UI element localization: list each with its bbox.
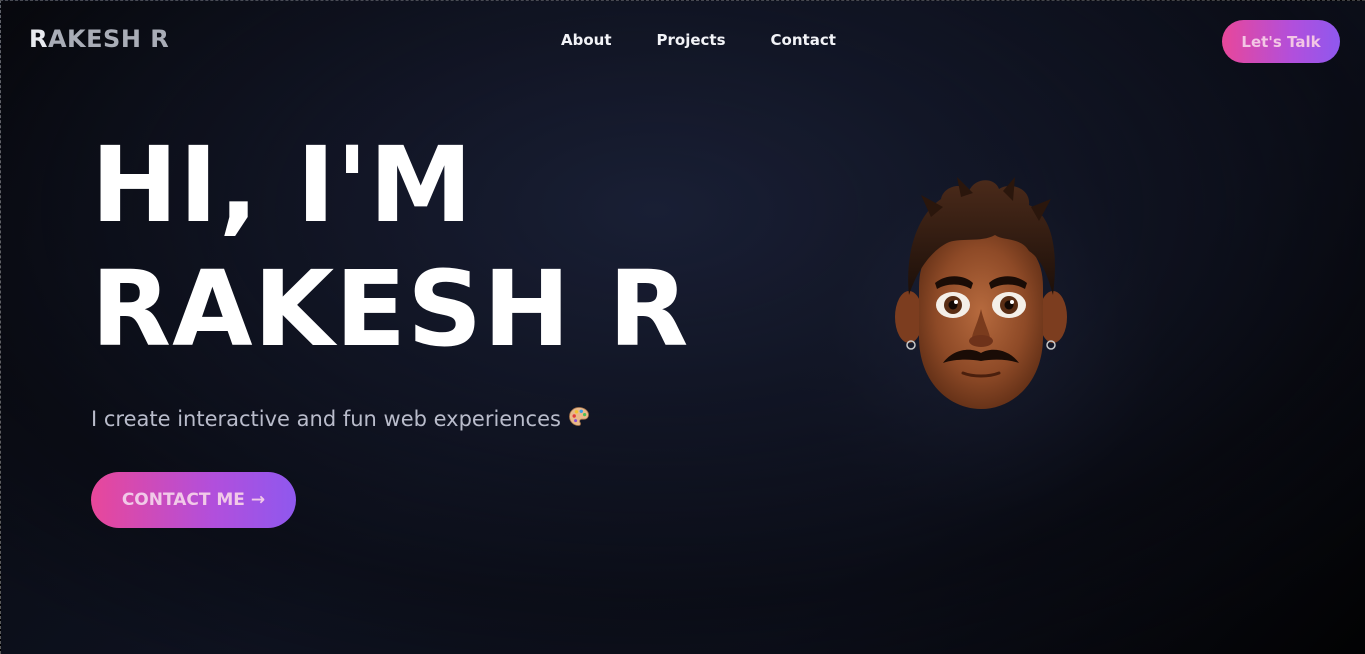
nav-link-contact[interactable]: Contact <box>771 31 836 49</box>
hero-title-line-2: RAKESH R <box>91 248 690 370</box>
palette-icon <box>567 405 591 434</box>
brand-logo[interactable]: RAKESH R <box>29 25 169 53</box>
contact-me-label: CONTACT ME <box>121 490 245 510</box>
avatar <box>891 177 1071 413</box>
hero-title: HI, I'M RAKESH R <box>91 123 689 371</box>
landing-page: RAKESH R About Projects Contact Let's Ta… <box>0 0 1365 654</box>
arrow-right-icon: → <box>250 490 266 510</box>
nav-link-projects[interactable]: Projects <box>657 31 726 49</box>
avatar-cartoon-face-icon <box>895 177 1067 409</box>
hero-subtitle-text: I create interactive and fun web experie… <box>91 407 561 431</box>
brand-first-letter: R <box>29 25 48 53</box>
nav-link-about[interactable]: About <box>561 31 612 49</box>
hero-title-line-1: HI, I'M <box>91 124 474 246</box>
contact-me-button[interactable]: CONTACT ME → <box>91 472 296 528</box>
hero-subtitle: I create interactive and fun web experie… <box>91 405 591 434</box>
brand-rest: AKESH R <box>47 25 170 53</box>
navbar: RAKESH R About Projects Contact Let's Ta… <box>1 1 1365 81</box>
nav-links: About Projects Contact <box>561 31 836 49</box>
lets-talk-button[interactable]: Let's Talk <box>1222 20 1340 63</box>
